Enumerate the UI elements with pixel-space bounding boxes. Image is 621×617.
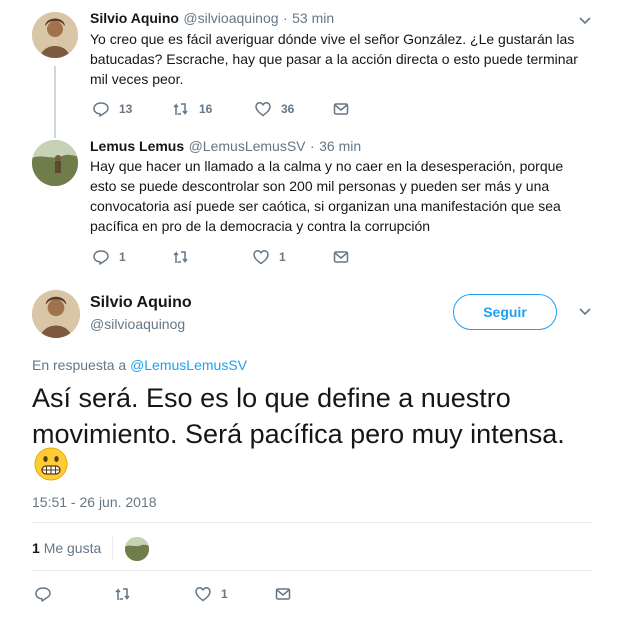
like-count: 36: [281, 102, 295, 116]
likes-summary[interactable]: 1 Me gusta: [32, 540, 101, 556]
reply-button[interactable]: 1: [92, 248, 126, 266]
tweet-time[interactable]: 36 min: [319, 138, 361, 154]
direct-message-button[interactable]: [332, 248, 350, 266]
tweet-text-line: esto se puede descontrolar son 200 mil p…: [90, 178, 550, 194]
reply-button[interactable]: [34, 585, 52, 603]
like-button[interactable]: 1: [194, 585, 228, 603]
divider: [32, 570, 592, 571]
retweet-button[interactable]: [172, 248, 190, 266]
reply-icon: [35, 587, 51, 602]
reply-button[interactable]: 13: [92, 100, 132, 118]
reply-count: 1: [119, 250, 126, 264]
reply-count: 13: [119, 102, 133, 116]
like-count: 1: [279, 250, 286, 264]
tweet-text-line: convocatoria así puede ser caótica, si o…: [90, 198, 561, 214]
tweet-text-line: movimiento. Será pacífica pero muy inten…: [32, 419, 565, 449]
author-handle[interactable]: @silvioaquinog: [183, 10, 278, 26]
main-tweet-text: Así será. Eso es lo que define a nuestro…: [32, 380, 602, 452]
author-name[interactable]: Silvio Aquino: [90, 294, 192, 312]
tweet-text: Yo creo que es fácil averiguar dónde viv…: [90, 29, 600, 89]
heart-icon: [253, 250, 269, 265]
like-button[interactable]: 1: [252, 248, 286, 266]
heart-icon: [255, 102, 271, 117]
follow-button[interactable]: Seguir: [453, 294, 557, 330]
dot-separator: ·: [282, 10, 288, 26]
reply-icon: [93, 250, 109, 265]
divider: [112, 536, 113, 560]
tweet-timestamp[interactable]: 15:51 - 26 jun. 2018: [32, 494, 157, 510]
reply-prefix: En respuesta a: [32, 357, 127, 373]
tweet-text-line: pacífica en pro de la democracia y contr…: [90, 218, 431, 234]
heart-icon: [195, 587, 211, 602]
tweet-text-line: Hay que hacer un llamado a la calma y no…: [90, 158, 564, 174]
tweet-text-line: mil veces peor.: [90, 71, 184, 87]
retweet-count: 16: [199, 102, 213, 116]
mail-icon: [333, 251, 349, 263]
retweet-button[interactable]: [114, 585, 132, 603]
like-button[interactable]: 36: [254, 100, 294, 118]
tweet-text-line: batucadas? Escrache, hay que pasar a la …: [90, 51, 578, 67]
like-count: 1: [221, 587, 228, 601]
tweet-text: Hay que hacer un llamado a la calma y no…: [90, 156, 600, 236]
grimacing-emoji: [34, 447, 68, 481]
tweet-time[interactable]: 53 min: [292, 10, 334, 26]
mail-icon: [333, 103, 349, 115]
retweet-icon: [115, 588, 130, 600]
retweet-icon: [173, 251, 188, 263]
mail-icon: [275, 588, 291, 600]
author-name[interactable]: Silvio Aquino: [90, 10, 179, 26]
reply-icon: [93, 102, 109, 117]
avatar[interactable]: [32, 12, 78, 58]
avatar[interactable]: [32, 140, 78, 186]
tweet-text-line: Así será. Eso es lo que define a nuestro: [32, 383, 511, 413]
liker-avatar[interactable]: [125, 537, 149, 561]
author-handle[interactable]: @LemusLemusSV: [189, 138, 306, 154]
chevron-down-icon[interactable]: [577, 12, 593, 28]
author-handle[interactable]: @silvioaquinog: [90, 316, 185, 332]
likes-label: Me gusta: [43, 540, 102, 556]
author-name[interactable]: Lemus Lemus: [90, 138, 184, 154]
retweet-icon: [173, 103, 188, 115]
thread-line: [54, 66, 56, 138]
reply-mention-link[interactable]: @LemusLemusSV: [130, 357, 247, 373]
direct-message-button[interactable]: [274, 585, 292, 603]
reply-context: En respuesta a @LemusLemusSV: [32, 357, 247, 373]
avatar[interactable]: [32, 290, 80, 338]
likes-total: 1: [32, 540, 40, 556]
tweet-text-line: Yo creo que es fácil averiguar dónde viv…: [90, 31, 575, 47]
direct-message-button[interactable]: [332, 100, 350, 118]
retweet-button[interactable]: 16: [172, 100, 212, 118]
divider: [32, 522, 592, 523]
dot-separator: ·: [309, 138, 315, 154]
chevron-down-icon[interactable]: [577, 303, 593, 319]
